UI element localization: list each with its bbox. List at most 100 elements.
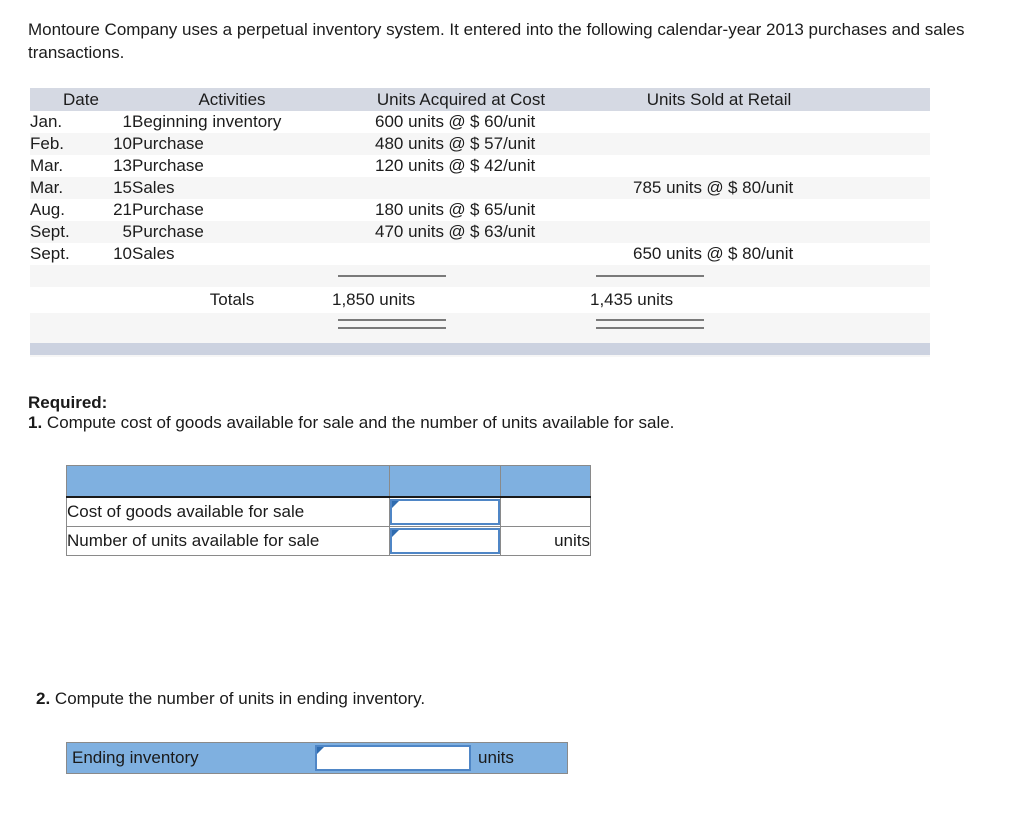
row-pad-cell (848, 177, 930, 199)
cell-sold-price (728, 111, 848, 133)
cell-sold-units (590, 133, 702, 155)
cell-acquired-price: $ 63/unit (470, 221, 590, 243)
answer-form-1-header-label-cell (66, 465, 390, 498)
answer-form-1-header-units-cell (500, 465, 591, 498)
cell-sold-units: 650 units (590, 243, 702, 265)
row-pad-cell (848, 155, 930, 177)
inventory-transactions-table: Date Activities Units Acquired at Cost U… (30, 88, 930, 357)
cell-sold-units (590, 111, 702, 133)
cell-day: 15 (90, 177, 132, 199)
cell-acquired-price: $ 60/unit (470, 111, 590, 133)
question-1-text: Compute cost of goods available for sale… (46, 413, 675, 432)
cell-sold-at (702, 155, 728, 177)
ending-inventory-input-cell[interactable] (315, 744, 471, 772)
cell-sold-units (590, 221, 702, 243)
cell-activity: Beginning inventory (132, 111, 332, 133)
cell-sold-price (728, 133, 848, 155)
column-header-units-sold: Units Sold at Retail (590, 88, 848, 111)
answer-form-1-row-cogs: Cost of goods available for sale (66, 496, 591, 527)
table-row: Aug. 21 Purchase 180 units @ $ 65/unit (30, 199, 930, 221)
cell-acquired-price: $ 65/unit (470, 199, 590, 221)
cell-month: Sept. (30, 221, 90, 243)
table-row: Sept. 5 Purchase 470 units @ $ 63/unit (30, 221, 930, 243)
answer-form-1: Cost of goods available for sale Number … (66, 465, 591, 556)
question-1: 1. Compute cost of goods available for s… (28, 413, 674, 433)
question-2-number: 2. (36, 689, 51, 708)
ending-inventory-input-box[interactable] (315, 745, 471, 771)
units-available-input-cell[interactable] (389, 526, 501, 556)
cell-day: 10 (90, 133, 132, 155)
cell-activity: Sales (132, 177, 332, 199)
cell-sold-price (728, 155, 848, 177)
row-pad-cell (848, 111, 930, 133)
cogs-available-input[interactable] (392, 501, 498, 523)
sold-subtotal-rule (590, 265, 848, 287)
units-available-units: units (500, 526, 591, 556)
ending-inventory-units: units (478, 748, 514, 767)
answer-form-1-row-units: Number of units available for sale units (66, 526, 591, 556)
cell-acquired-units: 480 units (332, 133, 444, 155)
cell-acquired-at (444, 243, 470, 265)
ending-inventory-input[interactable] (317, 747, 469, 769)
row-pad-cell (848, 221, 930, 243)
cell-month: Sept. (30, 243, 90, 265)
cell-acquired-units: 600 units (332, 111, 444, 133)
answer-form-1-header-row (66, 465, 591, 498)
cell-acquired-price (470, 243, 590, 265)
cogs-available-input-cell[interactable] (389, 496, 501, 527)
table-row: Jan. 1 Beginning inventory 600 units @ $… (30, 111, 930, 133)
cell-sold-at (702, 199, 728, 221)
acquired-total-double-rule (332, 313, 590, 335)
acquired-subtotal-rule (332, 265, 590, 287)
problem-intro-text: Montoure Company uses a perpetual invent… (28, 20, 965, 62)
cell-activity: Purchase (132, 133, 332, 155)
cell-acquired-at (444, 177, 470, 199)
table-row: Mar. 13 Purchase 120 units @ $ 42/unit (30, 155, 930, 177)
cell-acquired-units (332, 243, 444, 265)
rule-pad-cell (848, 265, 930, 287)
cell-day: 1 (90, 111, 132, 133)
required-heading: Required: (28, 393, 108, 412)
sold-total-double-rule (590, 313, 848, 335)
totals-row: Totals 1,850 units 1,435 units (30, 287, 930, 313)
cell-activity: Purchase (132, 155, 332, 177)
cell-sold-at: @ (702, 177, 728, 199)
cogs-available-input-box[interactable] (390, 499, 500, 525)
cell-day: 21 (90, 199, 132, 221)
question-1-number: 1. (28, 413, 43, 432)
cell-sold-price (728, 221, 848, 243)
question-2: 2. Compute the number of units in ending… (36, 689, 425, 709)
cell-acquired-units (332, 177, 444, 199)
totals-empty-date (30, 287, 132, 313)
cell-acquired-price (470, 177, 590, 199)
units-available-label: Number of units available for sale (66, 526, 390, 556)
rule-spacer (30, 313, 332, 335)
cell-sold-price: $ 80/unit (728, 243, 848, 265)
totals-acquired-value: 1,850 units (332, 287, 590, 313)
cell-activity: Purchase (132, 199, 332, 221)
cell-day: 13 (90, 155, 132, 177)
ending-inventory-label: Ending inventory (72, 748, 199, 767)
cell-sold-at (702, 111, 728, 133)
units-available-input[interactable] (392, 530, 498, 552)
row-pad-cell (848, 243, 930, 265)
totals-sold-value: 1,435 units (590, 287, 848, 313)
cell-month: Mar. (30, 177, 90, 199)
table-row: Sept. 10 Sales 650 units @ $ 80/unit (30, 243, 930, 265)
cell-month: Aug. (30, 199, 90, 221)
totals-label: Totals (132, 287, 332, 313)
cell-acquired-at: @ (444, 199, 470, 221)
cell-activity: Sales (132, 243, 332, 265)
cell-acquired-at: @ (444, 133, 470, 155)
table-header-row: Date Activities Units Acquired at Cost U… (30, 88, 930, 111)
cell-day: 5 (90, 221, 132, 243)
question-2-text: Compute the number of units in ending in… (54, 689, 426, 708)
totals-top-rule-row (30, 265, 930, 287)
cell-sold-units (590, 155, 702, 177)
cell-acquired-units: 470 units (332, 221, 444, 243)
row-pad-cell (848, 133, 930, 155)
units-available-input-box[interactable] (390, 528, 500, 554)
answer-form-2: Ending inventory units (66, 742, 568, 774)
rule-spacer (30, 265, 332, 287)
table-footer-bar (30, 343, 930, 355)
